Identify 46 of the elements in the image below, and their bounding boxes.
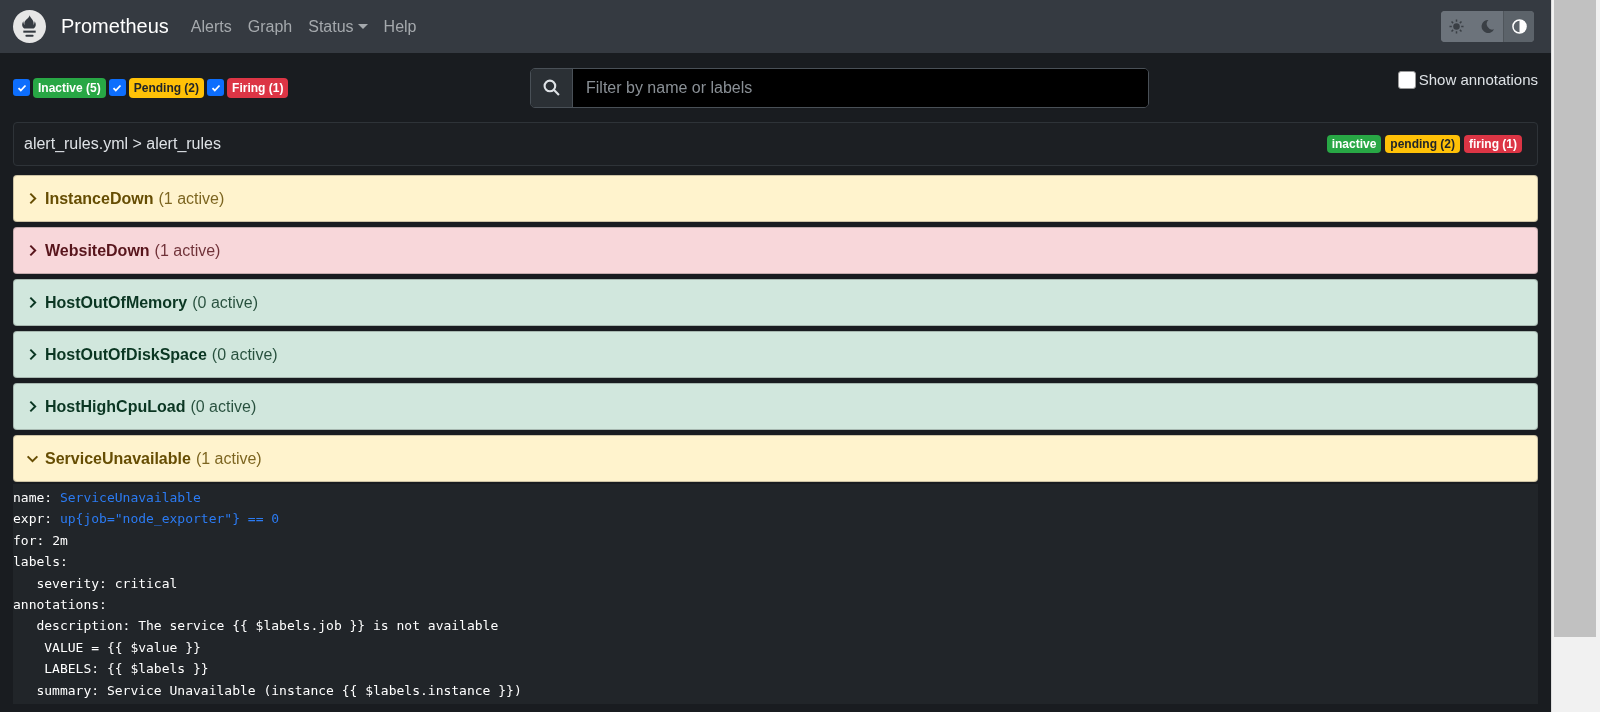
checkbox[interactable]: [1397, 70, 1416, 89]
alert-rule-row[interactable]: WebsiteDown (1 active): [13, 227, 1538, 274]
yaml-line: labels:: [13, 553, 68, 572]
state-badge: firing (1): [1464, 135, 1522, 153]
yaml-line: for: 2m: [13, 531, 68, 550]
alert-rule-row[interactable]: ServiceUnavailable (1 active): [13, 435, 1538, 482]
active-count: (1 active): [195, 449, 262, 468]
state-badge: Inactive (5): [33, 77, 106, 98]
yaml-line: expr: up{job="node_exporter"} == 0: [13, 510, 280, 529]
yaml-line: annotations:: [13, 596, 107, 615]
nav-link[interactable]: Alerts: [190, 17, 232, 36]
checkbox[interactable]: [108, 79, 126, 96]
nav-link[interactable]: Graph: [247, 17, 293, 36]
active-count: (1 active): [154, 241, 221, 260]
state-badge: Pending (2): [128, 77, 205, 98]
checkbox[interactable]: [207, 79, 225, 96]
alert-rule-row[interactable]: InstanceDown (1 active): [13, 175, 1538, 222]
active-count: (0 active): [211, 345, 278, 364]
sun-icon: [1449, 19, 1464, 34]
yaml-line: name: ServiceUnavailable: [13, 489, 201, 507]
active-count: (0 active): [192, 293, 259, 312]
rule-name: ServiceUnavailable: [45, 449, 191, 468]
brand-link[interactable]: Prometheus: [61, 15, 169, 38]
checkbox[interactable]: [13, 79, 30, 96]
contrast-button[interactable]: [1503, 11, 1534, 42]
moon-icon: [1480, 19, 1495, 34]
state-badge: Firing (1): [227, 77, 289, 98]
nav-link[interactable]: Status: [308, 17, 368, 36]
caret-icon: [357, 24, 368, 29]
rule-name: HostOutOfDiskSpace: [45, 345, 207, 364]
contrast-icon: [1511, 19, 1527, 34]
scrollbar-thumb[interactable]: [1554, 0, 1596, 637]
rule-name: HostOutOfMemory: [45, 293, 188, 312]
nav-link[interactable]: Help: [383, 17, 417, 36]
state-badge: pending (2): [1385, 135, 1460, 153]
yaml-line: summary: Service Unavailable (instance {{ $labels.instance }}): [35, 681, 522, 700]
rule-name: InstanceDown: [45, 189, 154, 208]
flame-logo-icon[interactable]: [13, 10, 46, 43]
state-badge: inactive: [1326, 135, 1382, 153]
yaml-line: severity: critical: [35, 574, 178, 593]
group-title: alert_rules.yml > alert_rules: [24, 135, 221, 153]
active-count: (1 active): [158, 189, 225, 208]
rule-name: HostHighCpuLoad: [45, 397, 186, 416]
checkbox-label: Show annotations: [1418, 71, 1538, 88]
rule-name: WebsiteDown: [45, 241, 150, 260]
active-count: (0 active): [190, 397, 257, 416]
